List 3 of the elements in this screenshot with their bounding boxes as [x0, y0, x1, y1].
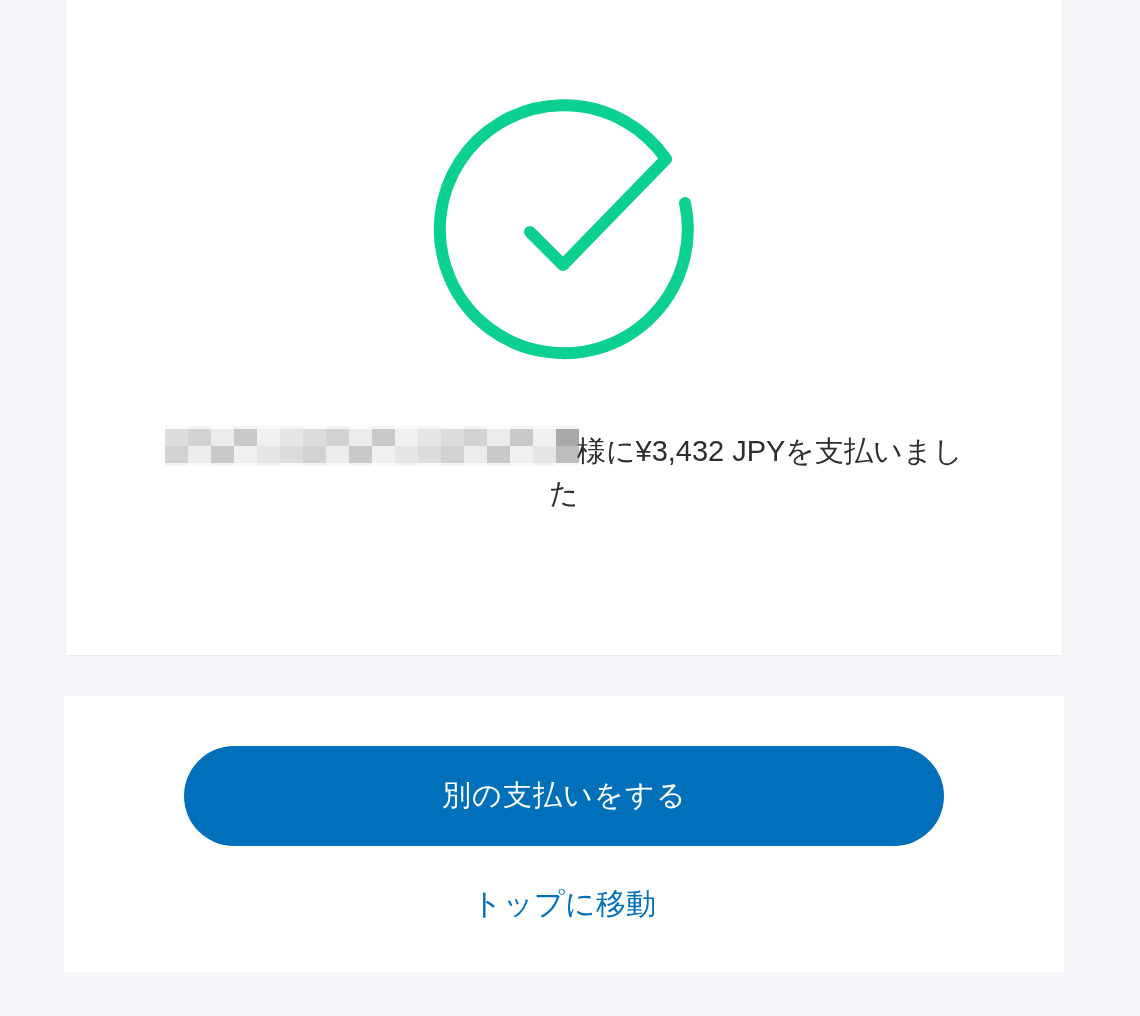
go-to-top-link[interactable]: トップに移動: [472, 882, 656, 926]
new-payment-button[interactable]: 別の支払いをする: [184, 746, 944, 846]
payment-message: 様に¥3,432 JPYを支払いました: [549, 435, 964, 509]
